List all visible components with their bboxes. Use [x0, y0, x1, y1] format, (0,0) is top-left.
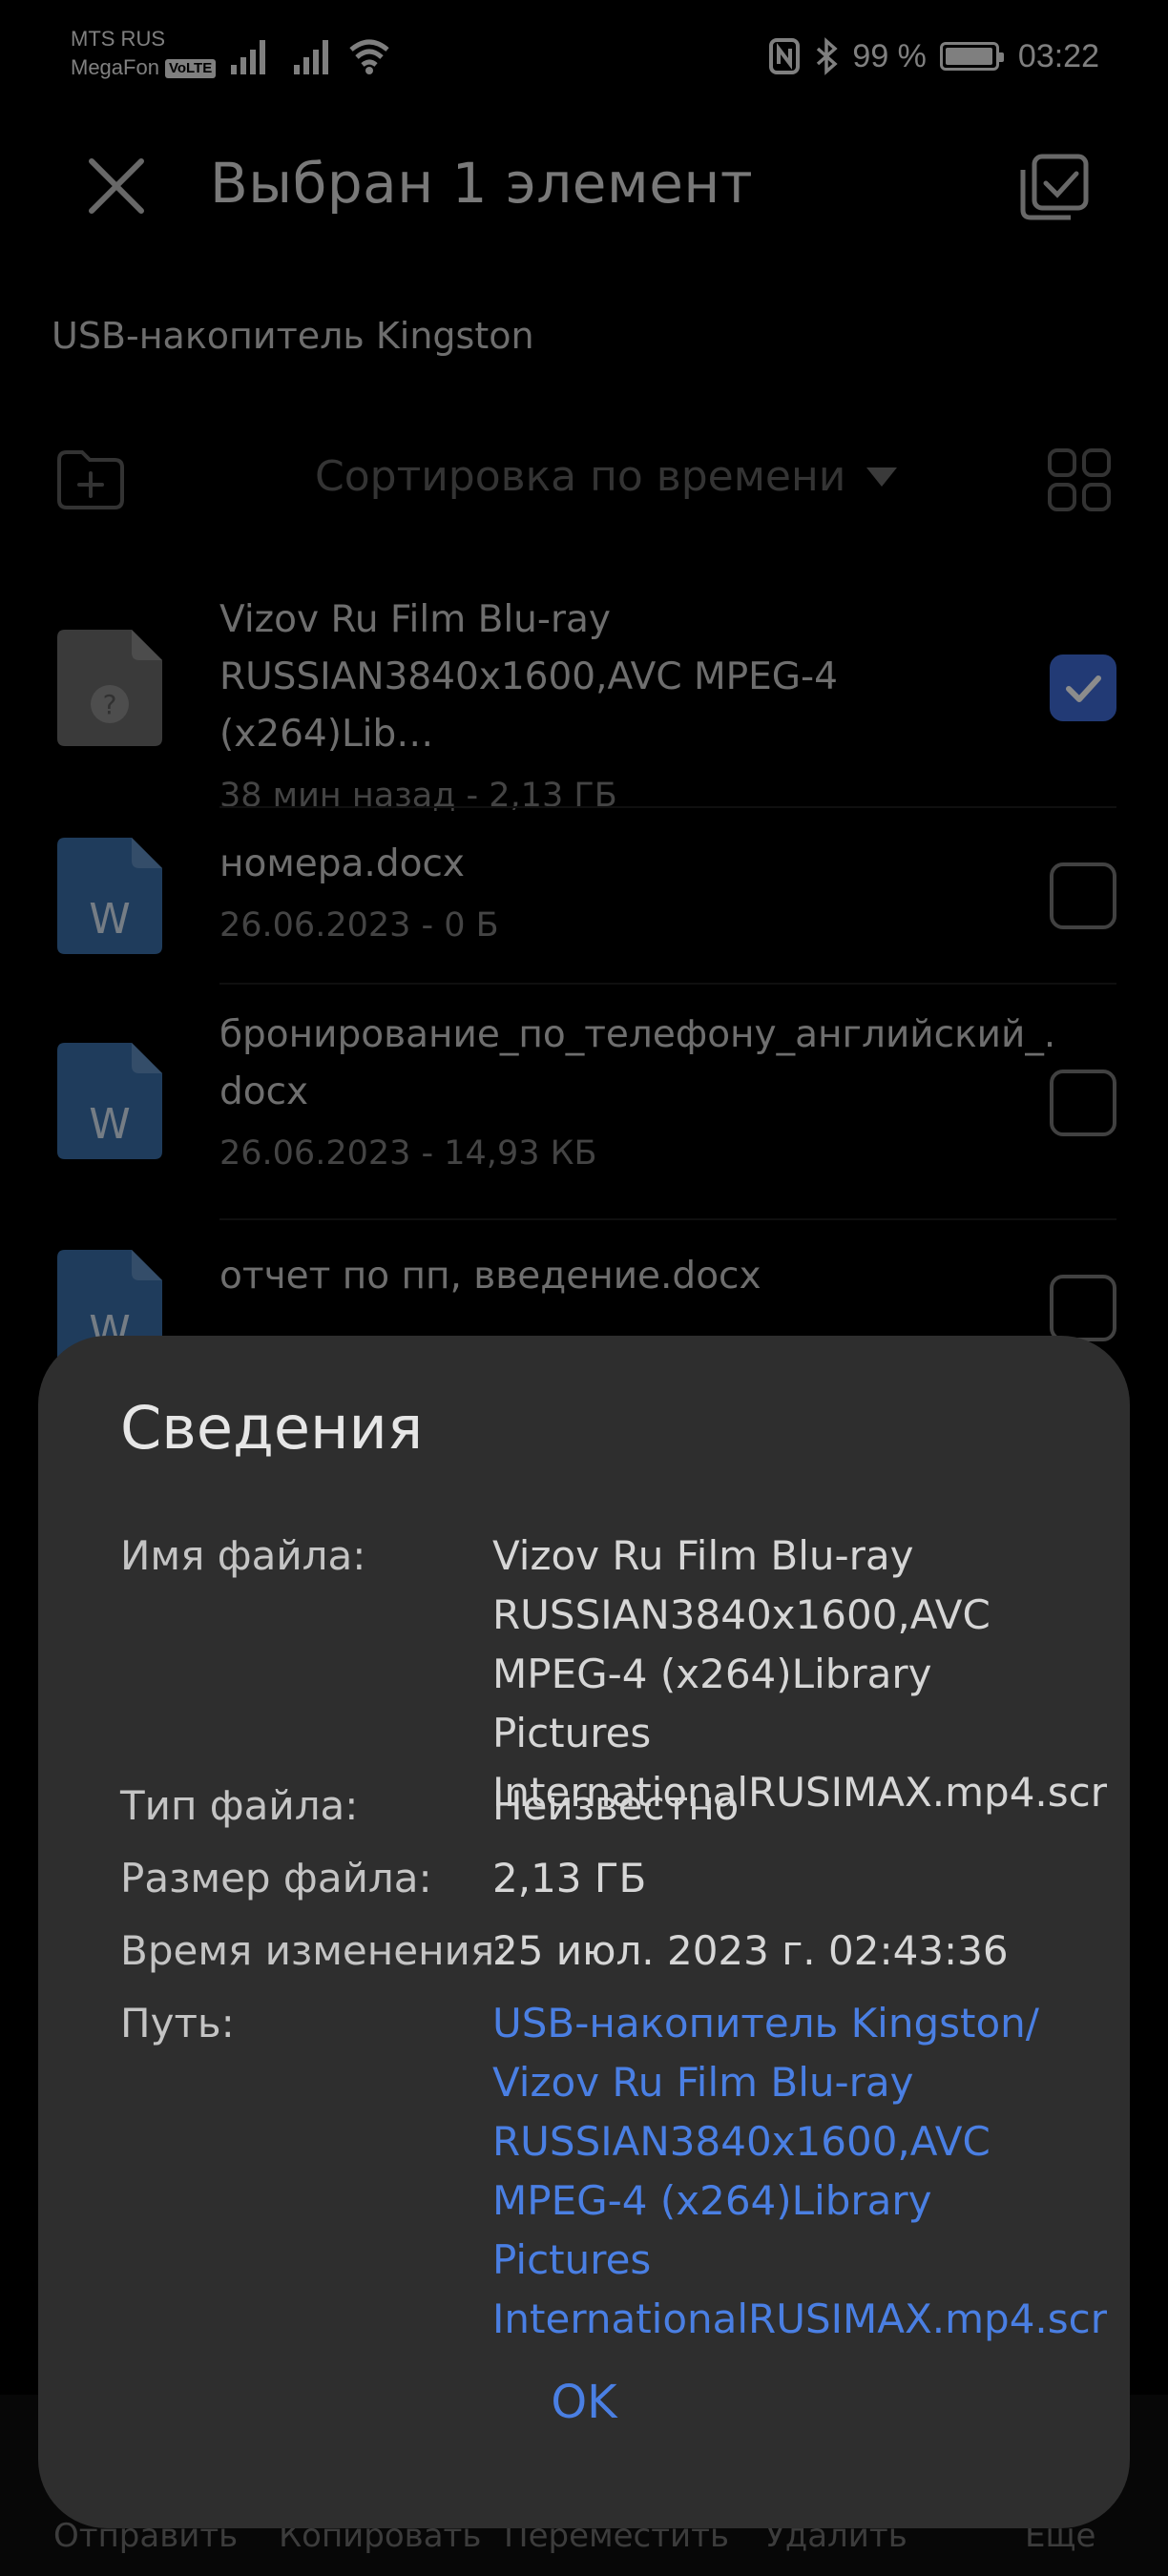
filename-label: Имя файла:: [120, 1532, 366, 1579]
modified-label: Время изменения:: [120, 1927, 509, 1974]
path-label: Путь:: [120, 2000, 235, 2046]
field-filename: Имя файла: Vizov Ru Film Blu-ray RUSSIAN…: [120, 1527, 1107, 1816]
details-dialog: Сведения Имя файла: Vizov Ru Film Blu-ra…: [38, 1336, 1130, 2528]
filetype-value: Неизвестно: [492, 1782, 740, 1829]
field-path: Путь: USB-накопитель Kingston/ Vizov Ru …: [120, 1994, 1107, 2342]
filetype-label: Тип файла:: [120, 1782, 359, 1829]
field-modified: Время изменения: 25 июл. 2023 г. 02:43:3…: [120, 1922, 1074, 1981]
modified-value: 25 июл. 2023 г. 02:43:36: [492, 1927, 1009, 1974]
filesize-label: Размер файла:: [120, 1855, 432, 1901]
path-link[interactable]: USB-накопитель Kingston/ Vizov Ru Film B…: [492, 1994, 1107, 2349]
field-filetype: Тип файла: Неизвестно: [120, 1776, 1074, 1836]
dialog-title: Сведения: [120, 1393, 424, 1463]
field-filesize: Размер файла: 2,13 ГБ: [120, 1849, 1074, 1908]
ok-button[interactable]: OK: [38, 2376, 1130, 2429]
filesize-value: 2,13 ГБ: [492, 1855, 647, 1901]
